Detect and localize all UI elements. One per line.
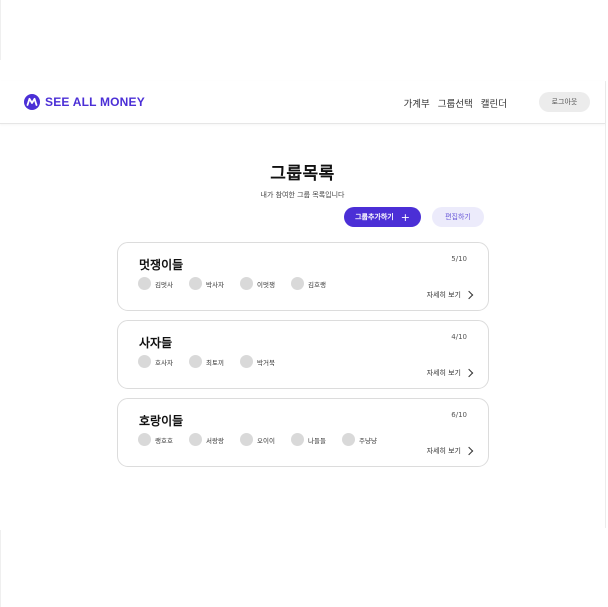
member-item: 서랑랑 [189, 433, 230, 446]
avatar [189, 277, 202, 290]
title-block: 그룹목록 내가 참여한 그룹 목록입니다 [0, 159, 605, 200]
member-name: 김호랭 [308, 280, 326, 289]
top-header: SEE ALL MONEY 가계부 그룹선택 캘린더 로그아웃 [0, 81, 605, 124]
avatar [291, 277, 304, 290]
view-details-label: 자세히 보기 [426, 291, 461, 299]
member-name: 박사자 [206, 280, 224, 289]
member-name: 주냥냥 [359, 436, 377, 445]
nav-item-ledger[interactable]: 가계부 [404, 96, 430, 110]
main-nav: 가계부 그룹선택 캘린더 [404, 96, 507, 110]
avatar [240, 355, 253, 368]
member-count: 4/10 [451, 333, 467, 341]
add-group-label: 그룹추가하기 [355, 213, 394, 221]
member-item: 박사자 [189, 277, 230, 290]
member-name: 박거북 [257, 358, 275, 367]
group-card[interactable]: 호랑이들 6/10 랭호호 서랑랑 오이이 나들들 주냥냥 자세히 보기 [117, 398, 489, 467]
chevron-right-icon [464, 368, 474, 378]
member-count: 5/10 [451, 255, 467, 263]
member-count: 6/10 [451, 411, 467, 419]
avatar [342, 433, 355, 446]
member-name: 김멋사 [155, 280, 173, 289]
avatar [138, 277, 151, 290]
view-details-label: 자세히 보기 [426, 369, 461, 377]
member-name: 오이이 [257, 436, 275, 445]
member-item: 이멋쟁 [240, 277, 281, 290]
avatar [291, 433, 304, 446]
view-details-link[interactable]: 자세히 보기 [426, 446, 474, 456]
member-item: 호사자 [138, 355, 179, 368]
group-card[interactable]: 사자들 4/10 호사자 최토끼 박거북 자세히 보기 [117, 320, 489, 389]
member-item: 김멋사 [138, 277, 179, 290]
group-card[interactable]: 멋쟁이들 5/10 김멋사 박사자 이멋쟁 김호랭 자세히 보기 [117, 242, 489, 311]
nav-item-group-select[interactable]: 그룹선택 [438, 96, 473, 110]
avatar [240, 433, 253, 446]
view-details-link[interactable]: 자세히 보기 [426, 368, 474, 378]
view-details-link[interactable]: 자세히 보기 [426, 290, 474, 300]
member-list: 호사자 최토끼 박거북 [138, 355, 281, 368]
edit-label: 편집하기 [445, 213, 471, 221]
member-name: 호사자 [155, 358, 173, 367]
logo-icon [24, 94, 40, 110]
member-name: 이멋쟁 [257, 280, 275, 289]
member-item: 나들들 [291, 433, 332, 446]
member-item: 박거북 [240, 355, 281, 368]
member-item: 랭호호 [138, 433, 179, 446]
view-details-label: 자세히 보기 [426, 447, 461, 455]
member-item: 김호랭 [291, 277, 332, 290]
page-title: 그룹목록 [270, 164, 335, 184]
logo-text: SEE ALL MONEY [45, 95, 145, 109]
avatar [138, 355, 151, 368]
nav-item-calendar[interactable]: 캘린더 [481, 96, 507, 110]
chevron-right-icon [464, 446, 474, 456]
avatar [138, 433, 151, 446]
member-name: 나들들 [308, 436, 326, 445]
plus-icon: + [400, 210, 410, 224]
chevron-right-icon [464, 290, 474, 300]
member-name: 랭호호 [155, 436, 173, 445]
logout-button[interactable]: 로그아웃 [539, 92, 590, 112]
logo[interactable]: SEE ALL MONEY [24, 94, 145, 110]
group-name: 멋쟁이들 [139, 258, 184, 272]
page-subtitle: 내가 참여한 그룹 목록입니다 [260, 191, 345, 199]
avatar [240, 277, 253, 290]
group-name: 사자들 [139, 336, 173, 350]
avatar [189, 433, 202, 446]
frame-edge-bottom [0, 530, 1, 607]
member-list: 김멋사 박사자 이멋쟁 김호랭 [138, 277, 332, 290]
member-list: 랭호호 서랑랑 오이이 나들들 주냥냥 [138, 433, 383, 446]
member-item: 최토끼 [189, 355, 230, 368]
add-group-button[interactable]: 그룹추가하기 + [344, 207, 421, 227]
member-name: 최토끼 [206, 358, 224, 367]
member-name: 서랑랑 [206, 436, 224, 445]
group-name: 호랑이들 [139, 414, 184, 428]
app-window: SEE ALL MONEY 가계부 그룹선택 캘린더 로그아웃 그룹목록 내가 … [0, 81, 606, 528]
member-item: 주냥냥 [342, 433, 383, 446]
edit-button[interactable]: 편집하기 [432, 207, 484, 227]
member-item: 오이이 [240, 433, 281, 446]
frame-edge-top [0, 0, 1, 60]
avatar [189, 355, 202, 368]
